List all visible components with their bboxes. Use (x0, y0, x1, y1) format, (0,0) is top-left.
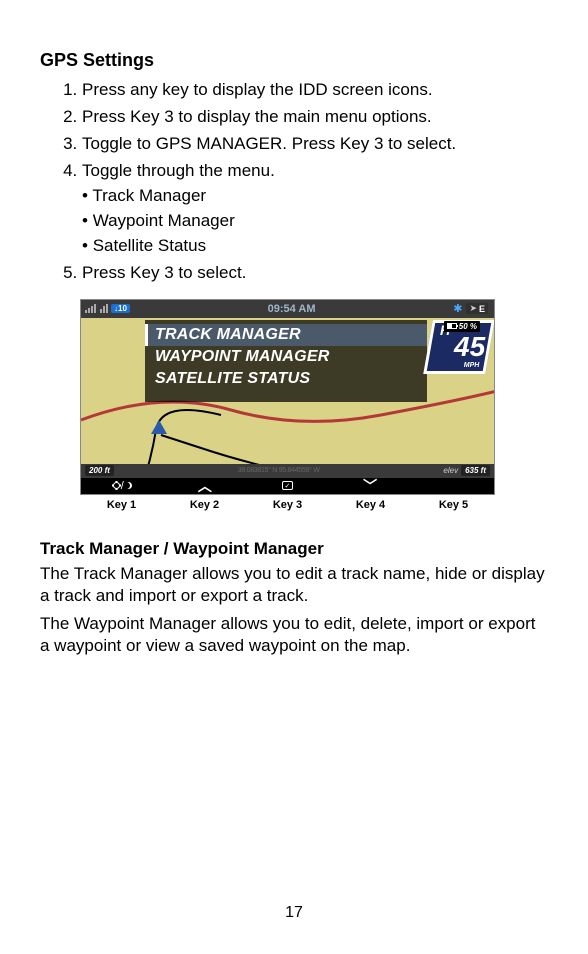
soft-key-3[interactable]: ✓ (246, 481, 329, 490)
gps-menu: TRACK MANAGER WAYPOINT MANAGER SATELLITE… (145, 320, 427, 402)
paragraph-2: The Waypoint Manager allows you to edit,… (40, 613, 548, 657)
info-bar: 200 ft 38.083815° N 95.844559° W elev 63… (81, 464, 494, 478)
step-3: Toggle to GPS MANAGER. Press Key 3 to se… (82, 133, 548, 156)
satellite-bars-icon (100, 304, 108, 313)
elevation-value: 635 ft (461, 465, 490, 476)
key-1-label: Key 1 (80, 499, 163, 511)
page-number: 17 (0, 904, 588, 922)
position-marker-icon (151, 420, 167, 434)
key-labels-row: Key 1 Key 2 Key 3 Key 4 Key 5 (80, 495, 495, 511)
plane-icon: ➤ (469, 303, 477, 314)
map-scale: 200 ft (85, 465, 114, 476)
temperature-badge: ↓10 (111, 304, 130, 313)
temperature-value: 10 (118, 304, 127, 313)
menu-satellite-status[interactable]: SATELLITE STATUS (145, 368, 427, 390)
moon-icon (125, 482, 132, 489)
device-screen: ↓10 09:54 AM ✱ ➤ E TRACK MANAGER WAYPOIN… (80, 299, 495, 495)
paragraph-1: The Track Manager allows you to edit a t… (40, 563, 548, 607)
coordinates: 38.083815° N 95.844559° W (114, 467, 444, 474)
compass-chip: ➤ E (466, 303, 488, 314)
clock: 09:54 AM (130, 303, 453, 315)
status-left: ↓10 (81, 304, 130, 313)
speed-unit: MPH (464, 362, 480, 369)
chevron-up-icon: ︿ (198, 479, 212, 493)
step-4-sublist: Track Manager Waypoint Manager Satellite… (82, 185, 548, 258)
speed-value: 45 (454, 333, 485, 361)
chevron-down-icon: ﹀ (363, 479, 377, 493)
step-1: Press any key to display the IDD screen … (82, 79, 548, 102)
status-bar: ↓10 09:54 AM ✱ ➤ E (81, 300, 494, 318)
key-4-label: Key 4 (329, 499, 412, 511)
battery-percent: 50 % (459, 322, 477, 331)
battery-icon (447, 323, 457, 329)
step-4: Toggle through the menu. Track Manager W… (82, 160, 548, 258)
subsection-heading: Track Manager / Waypoint Manager (40, 539, 548, 559)
menu-waypoint-manager[interactable]: WAYPOINT MANAGER (145, 346, 427, 368)
sub-waypoint-manager: Waypoint Manager (82, 210, 548, 233)
step-4-text: Toggle through the menu. (82, 161, 275, 180)
soft-key-1[interactable]: / (81, 480, 164, 492)
key-3-label: Key 3 (246, 499, 329, 511)
key-2-label: Key 2 (163, 499, 246, 511)
key-5-label: Key 5 (412, 499, 495, 511)
signal-bars-icon (85, 304, 97, 313)
battery-badge: 50 % (444, 321, 480, 332)
compass-direction: E (479, 304, 485, 314)
steps-list: Press any key to display the IDD screen … (40, 79, 548, 285)
check-icon: ✓ (282, 481, 293, 490)
bluetooth-icon: ✱ (453, 302, 462, 315)
sub-track-manager: Track Manager (82, 185, 548, 208)
section-heading: GPS Settings (40, 50, 548, 71)
step-2: Press Key 3 to display the main menu opt… (82, 106, 548, 129)
sub-satellite-status: Satellite Status (82, 235, 548, 258)
sun-icon (113, 482, 120, 489)
soft-key-2[interactable]: ︿ (164, 479, 247, 493)
brightness-toggle-icon: / (113, 480, 132, 492)
device-screenshot: ↓10 09:54 AM ✱ ➤ E TRACK MANAGER WAYPOIN… (80, 299, 548, 511)
status-right: ✱ ➤ E (453, 302, 494, 315)
step-5: Press Key 3 to select. (82, 262, 548, 285)
menu-track-manager[interactable]: TRACK MANAGER (145, 324, 427, 346)
soft-key-4[interactable]: ﹀ (329, 479, 412, 493)
elevation-label: elev (443, 466, 458, 475)
soft-key-bar: / ︿ ✓ ﹀ (81, 478, 494, 494)
